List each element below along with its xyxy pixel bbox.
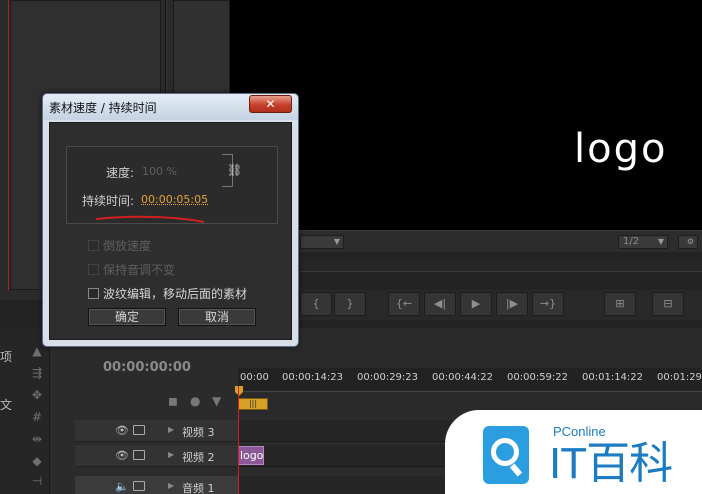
- red-annotation-underline: [95, 215, 205, 223]
- expand-triangle-icon[interactable]: ▶: [168, 481, 174, 490]
- watermark: PConline IT百科: [445, 410, 702, 494]
- marker-down-icon[interactable]: ▼: [212, 394, 221, 408]
- rolling-edit-tool-icon[interactable]: #: [28, 410, 46, 426]
- close-icon: ✕: [265, 97, 276, 111]
- option-label: 波纹编辑，移动后面的素材: [103, 287, 248, 301]
- mark-in-button[interactable]: {: [300, 292, 332, 316]
- transport-controls: { } {← ◀| ▶ |▶ →} ⊞ ⊟: [300, 290, 702, 320]
- timeline-timecode[interactable]: 00:00:00:00: [103, 360, 191, 375]
- marker-icon[interactable]: ●: [190, 394, 200, 408]
- ruler-tick: 00:01:29: [657, 372, 702, 383]
- close-button[interactable]: ✕: [249, 95, 292, 113]
- panel-edge-line: [8, 0, 9, 290]
- go-to-in-button[interactable]: {←: [388, 292, 420, 316]
- maintain-pitch-option[interactable]: 保持音调不变: [88, 261, 175, 278]
- chevron-down-icon: ▼: [333, 237, 340, 246]
- ripple-edit-option[interactable]: 波纹编辑，移动后面的素材: [88, 285, 247, 302]
- rate-stretch-tool-icon[interactable]: ⇹: [28, 432, 46, 448]
- speed-label: 速度:: [106, 166, 135, 180]
- panel-tab-label: 项: [0, 350, 13, 364]
- selection-tool-icon[interactable]: ▲: [28, 344, 46, 360]
- ripple-edit-tool-icon[interactable]: ✥: [28, 388, 46, 404]
- zoom-dropdown[interactable]: 1/2 ▼: [618, 235, 668, 249]
- chevron-down-icon: ▼: [657, 237, 664, 246]
- monitor-control-bar: ▼ 1/2 ▼ ⚙: [230, 230, 702, 252]
- program-monitor[interactable]: logo: [230, 0, 702, 230]
- dialog-title: 素材速度 / 持续时间: [49, 101, 157, 115]
- cancel-button[interactable]: 取消: [178, 308, 256, 326]
- ruler-tick: 00:00:59:22: [507, 372, 569, 383]
- film-icon[interactable]: [133, 450, 145, 460]
- zoom-value: 1/2: [623, 236, 640, 247]
- ruler-tick: 00:00:14:23: [282, 372, 344, 383]
- work-area-handle[interactable]: |||: [238, 398, 268, 410]
- chain-link-icon[interactable]: ⛓: [227, 163, 242, 177]
- step-forward-icon[interactable]: |▶: [496, 292, 528, 316]
- playhead-line: [238, 386, 239, 494]
- tools-panel: 项 文 ▲ ⇶ ✥ # ⇹ ◆ ⊣: [0, 328, 50, 494]
- dialog-titlebar[interactable]: 素材速度 / 持续时间 ✕: [43, 94, 298, 120]
- monitor-time-ruler[interactable]: [300, 258, 702, 272]
- option-label: 倒放速度: [103, 239, 152, 253]
- track-header: 🔈 ▶ 音频 1: [75, 476, 238, 494]
- track-name: 视频 2: [182, 451, 215, 464]
- logo-clip[interactable]: logo: [238, 446, 264, 465]
- clip-speed-duration-dialog: 素材速度 / 持续时间 ✕ 速度: 100 % 持续时间: 00:00:05:0…: [42, 93, 299, 347]
- settings-button[interactable]: ⚙: [678, 235, 698, 249]
- track-select-tool-icon[interactable]: ⇶: [28, 366, 46, 382]
- track-header: 👁 ▶ 视频 2: [75, 445, 238, 467]
- checkbox[interactable]: [88, 288, 99, 299]
- go-to-out-button[interactable]: →}: [532, 292, 564, 316]
- expand-triangle-icon[interactable]: ▶: [168, 450, 174, 459]
- speaker-icon[interactable]: 🔈: [115, 480, 129, 493]
- watermark-title: IT百科: [549, 439, 673, 488]
- dialog-body: 速度: 100 % 持续时间: 00:00:05:05 ⛓ 倒放速度 保持音调不…: [49, 122, 292, 340]
- play-icon[interactable]: ▶: [460, 292, 492, 316]
- snap-icon[interactable]: ◼: [168, 394, 178, 408]
- speed-duration-group: 速度: 100 % 持续时间: 00:00:05:05 ⛓: [66, 146, 278, 224]
- duration-value[interactable]: 00:00:05:05: [141, 193, 208, 206]
- step-back-icon[interactable]: ◀|: [424, 292, 456, 316]
- ruler-tick: 00:00:44:22: [432, 372, 494, 383]
- reverse-speed-option[interactable]: 倒放速度: [88, 237, 151, 254]
- speed-value[interactable]: 100 %: [142, 165, 177, 178]
- track-name: 音频 1: [182, 482, 215, 494]
- wrench-icon: ⚙: [686, 237, 694, 246]
- magnifier-logo-icon: [483, 426, 529, 484]
- film-icon[interactable]: [133, 425, 145, 435]
- option-label: 保持音调不变: [103, 263, 176, 277]
- panel-tab-label-2: 文: [0, 398, 13, 412]
- ruler-tick: 00:00: [240, 372, 269, 383]
- track-name: 视频 3: [182, 426, 215, 439]
- film-icon[interactable]: [133, 481, 145, 491]
- eye-icon[interactable]: 👁: [115, 424, 129, 437]
- lift-icon[interactable]: ⊞: [604, 292, 636, 316]
- watermark-brand: PConline: [553, 424, 606, 439]
- razor-tool-icon[interactable]: ◆: [28, 454, 46, 470]
- mark-out-button[interactable]: }: [334, 292, 366, 316]
- checkbox[interactable]: [88, 240, 99, 251]
- slip-tool-icon[interactable]: ⊣: [28, 474, 46, 490]
- timeline-ruler[interactable]: 00:00 00:00:14:23 00:00:29:23 00:00:44:2…: [238, 368, 702, 392]
- duration-label: 持续时间:: [82, 194, 135, 208]
- fit-dropdown[interactable]: ▼: [300, 235, 344, 249]
- eye-icon[interactable]: 👁: [115, 449, 129, 462]
- ruler-tick: 00:01:14:22: [582, 372, 644, 383]
- expand-triangle-icon[interactable]: ▶: [168, 425, 174, 434]
- extract-icon[interactable]: ⊟: [652, 292, 684, 316]
- ruler-tick: 00:00:29:23: [357, 372, 419, 383]
- ok-button[interactable]: 确定: [88, 308, 166, 326]
- checkbox[interactable]: [88, 264, 99, 275]
- track-header: 👁 ▶ 视频 3: [75, 420, 238, 442]
- timeline-tool-strip: ◼ ● ▼: [168, 392, 238, 412]
- preview-logo-text: logo: [574, 126, 668, 172]
